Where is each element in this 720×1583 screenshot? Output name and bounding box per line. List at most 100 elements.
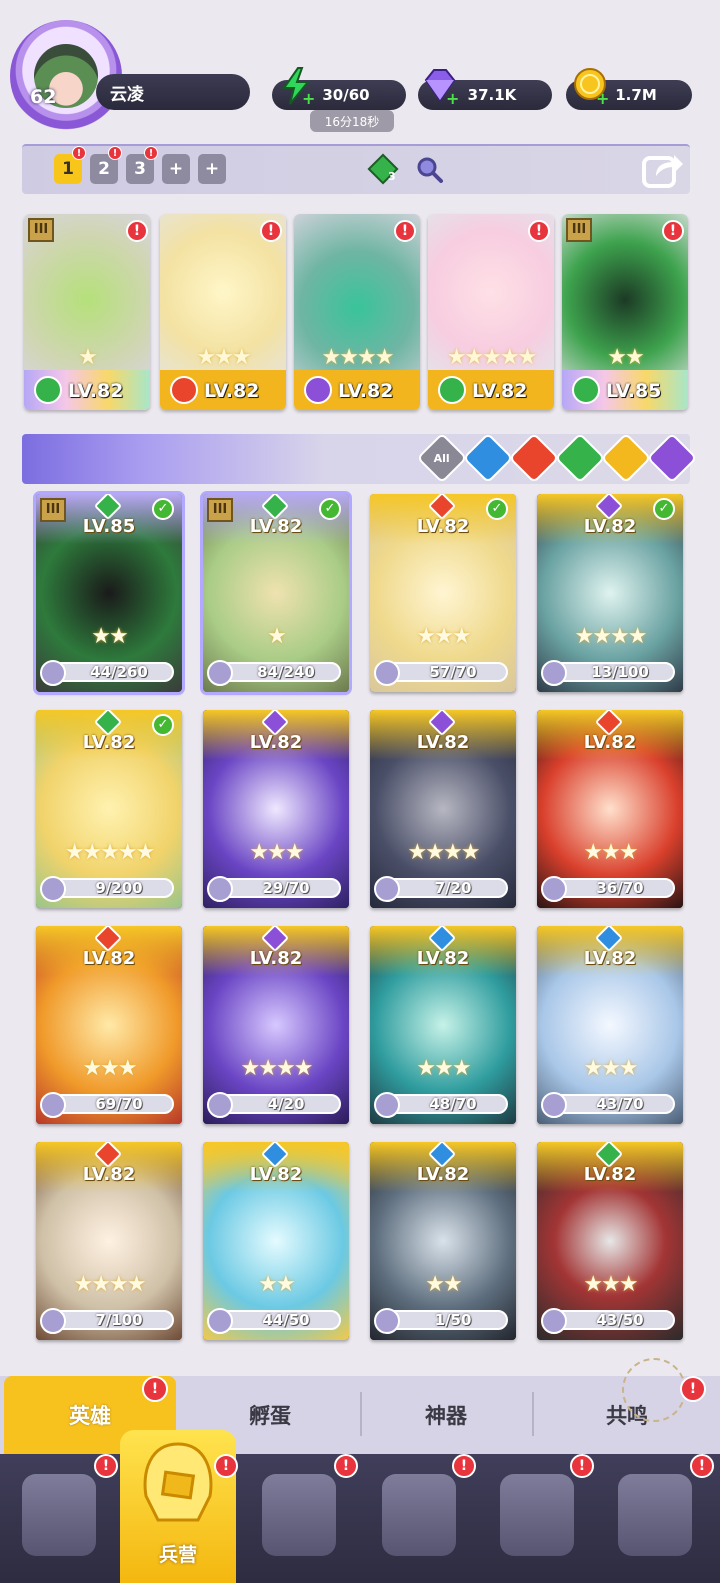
hero-card[interactable]: ✓ LV.82 ★★★★ 13/100 [537,494,683,692]
hero-level: LV.82 [249,732,303,753]
shard-count: 44/50 [262,1311,310,1329]
shard-icon [207,1308,233,1334]
element-count: 3 [388,170,396,183]
hero-stars: ★★ [607,345,644,370]
hero-level: LV.85 [82,516,136,537]
helmet-icon [143,1442,213,1522]
hero-stars: ★★★★ [574,624,648,649]
lightning-icon: + [282,67,315,106]
hero-card[interactable]: ✓ III LV.85 ★★ 44/260 [33,491,185,695]
team-slot-add-2[interactable]: + [198,154,226,184]
hero-card[interactable]: LV.82 ★★ 44/50 [203,1142,349,1340]
alert-icon: ! [94,1454,118,1478]
team-hero-card-3[interactable]: ★★★★ LV.82 [294,214,420,410]
wind-element-icon [438,376,466,404]
filter-all-label: All [433,451,451,465]
shard-icon [541,876,567,902]
shard-count: 44/260 [90,663,148,681]
svg-text:+: + [446,89,459,106]
hero-card[interactable]: ✓ III LV.82 ★ 84/240 [200,491,352,695]
hero-level: LV.82 [68,380,124,402]
svg-text:+: + [596,89,609,106]
alert-icon: ! [214,1454,238,1478]
team-hero-card-2[interactable]: ★★★ LV.82 [160,214,286,410]
hero-stars: ★★★ [196,345,251,370]
player-level: 62 [30,86,57,108]
hero-stars: ★★★ [416,1056,471,1081]
hero-stars: ★★ [258,1272,295,1297]
hero-card[interactable]: LV.82 ★★★ 43/50 [537,1142,683,1340]
hero-stars: ★★ [425,1272,462,1297]
hero-stars: ★★★★ [240,1056,314,1081]
alert-icon: ! [690,1454,714,1478]
shard-count: 9/200 [95,879,143,897]
shard-count: 48/70 [429,1095,477,1113]
hero-card[interactable]: ✓ LV.82 ★★★★★ 9/200 [36,710,182,908]
fire-element-icon [170,376,198,404]
resonance-alert-icon: ! [680,1376,706,1402]
temple-icon[interactable] [382,1474,456,1556]
alert-icon: ! [452,1454,476,1478]
gem-icon: + [424,69,459,106]
map-book-icon[interactable] [262,1474,336,1556]
hero-card[interactable]: ✓ LV.82 ★★★ 57/70 [370,494,516,692]
compass-icon[interactable] [622,1358,686,1422]
player-name[interactable]: 云凌 [110,80,144,105]
gold-value: 1.7M [615,86,657,104]
hero-card[interactable]: LV.82 ★★★ 43/70 [537,926,683,1124]
hero-card[interactable]: LV.82 ★★★★ 7/20 [370,710,516,908]
rank-badge: III [28,218,54,242]
team-slot-add-1[interactable]: + [162,154,190,184]
hero-stars: ★★★★ [321,345,395,370]
hero-level: LV.82 [583,732,637,753]
team-hero-card-5[interactable]: III ★★ LV.85 [562,214,688,410]
alert-icon: ! [126,220,148,242]
hero-level: LV.82 [583,948,637,969]
shard-icon [541,660,567,686]
slot-3-alert: ! [144,146,158,160]
hero-card[interactable]: LV.82 ★★★★ 7/100 [36,1142,182,1340]
hero-level: LV.82 [583,516,637,537]
hero-card[interactable]: LV.82 ★★★ 29/70 [203,710,349,908]
hero-level: LV.85 [606,380,662,402]
share-icon[interactable] [642,150,684,190]
team-bar [22,144,690,194]
rank-badge: III [566,218,592,242]
shard-count: 69/70 [95,1095,143,1113]
cards-icon[interactable] [22,1474,96,1556]
shard-icon [40,1092,66,1118]
hero-level: LV.82 [249,1164,303,1185]
banner-icon[interactable] [618,1474,692,1556]
hero-level: LV.82 [249,516,303,537]
shard-icon [374,876,400,902]
alert-icon: ! [394,220,416,242]
team-hero-card-4[interactable]: ★★★★★ LV.82 [428,214,554,410]
shard-count: 7/20 [434,879,472,897]
hero-card[interactable]: LV.82 ★★★ 48/70 [370,926,516,1124]
shard-icon [541,1308,567,1334]
shard-icon [374,660,400,686]
svg-text:+: + [302,89,315,106]
heroes-alert-icon: ! [142,1376,168,1402]
shard-count: 43/50 [596,1311,644,1329]
hero-card[interactable]: LV.82 ★★★ 69/70 [36,926,182,1124]
shard-icon [40,876,66,902]
shard-count: 36/70 [596,879,644,897]
team-hero-card-1[interactable]: III ★ LV.82 [24,214,150,410]
search-icon[interactable] [414,154,444,184]
shard-icon [207,660,233,686]
hero-card[interactable]: LV.82 ★★★ 36/70 [537,710,683,908]
hero-card[interactable]: LV.82 ★★★★ 4/20 [203,926,349,1124]
wind-element-icon [572,376,600,404]
hero-level: LV.82 [416,948,470,969]
hero-stars: ★ [78,345,98,370]
shrine-icon[interactable] [500,1474,574,1556]
hero-level: LV.82 [472,380,528,402]
alert-icon: ! [260,220,282,242]
gold-coin-icon: + [574,68,609,106]
shard-count: 4/20 [267,1095,305,1113]
tab-artifacts[interactable]: 神器 [360,1376,532,1454]
shard-count: 13/100 [591,663,649,681]
alert-icon: ! [570,1454,594,1478]
hero-card[interactable]: LV.82 ★★ 1/50 [370,1142,516,1340]
